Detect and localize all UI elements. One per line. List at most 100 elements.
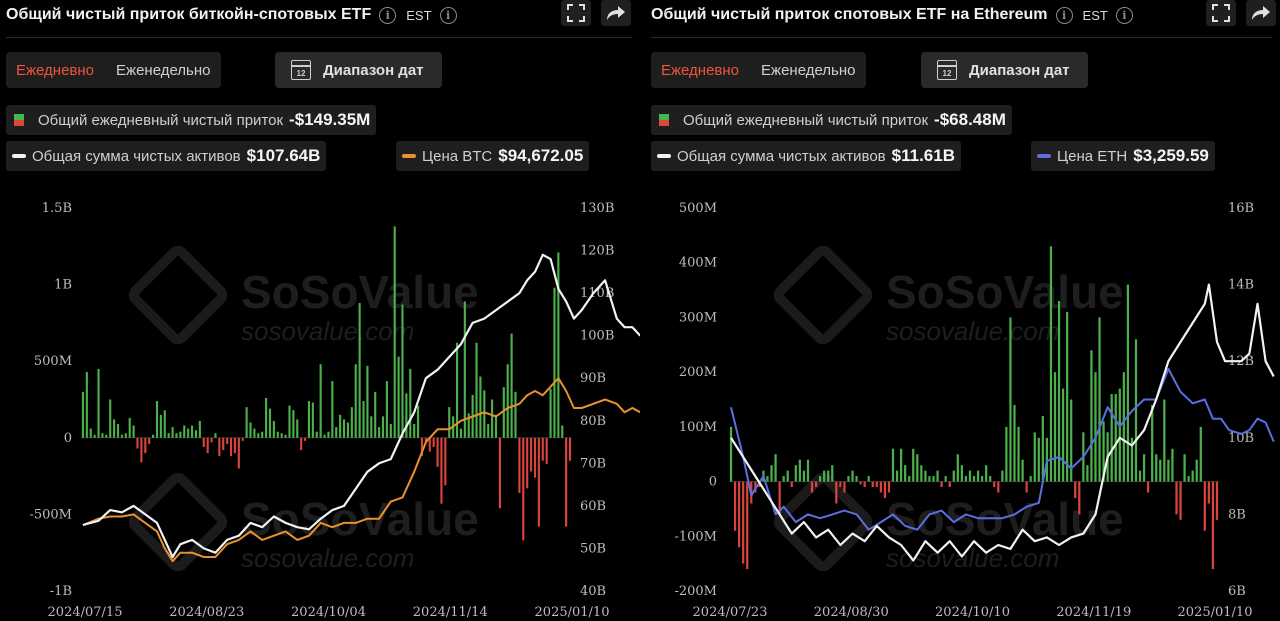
- inflow-bar: [1005, 426, 1008, 482]
- inflow-bar: [296, 419, 299, 438]
- inflow-bar: [381, 416, 385, 438]
- inflow-bar: [362, 401, 365, 438]
- legend-eth-price[interactable]: Цена ETH $3,259.59: [1031, 141, 1215, 171]
- share-icon[interactable]: [1246, 0, 1276, 26]
- inflow-bar: [1163, 399, 1166, 482]
- tab-weekly[interactable]: Еженедельно: [761, 62, 855, 79]
- legend-daily-flow[interactable]: Общий ежедневный чистый приток -$68.48M: [651, 105, 1012, 135]
- inflow-bar: [1053, 372, 1057, 482]
- outflow-bar: [537, 437, 540, 527]
- legend-daily-flow[interactable]: Общий ежедневный чистый приток -$149.35M: [6, 105, 377, 135]
- inflow-bar: [366, 365, 369, 438]
- inflow-bar: [1017, 426, 1020, 482]
- inflow-bar: [819, 476, 822, 482]
- outflow-bar: [568, 437, 572, 461]
- eth-header: Общий чистый приток спотовых ETF на Ethe…: [651, 0, 1280, 30]
- inflow-bar: [823, 470, 826, 482]
- inflow-bar: [549, 388, 552, 438]
- legend-assets-value: $11.61B: [891, 146, 955, 165]
- timezone-info-icon[interactable]: i: [1115, 6, 1133, 24]
- inflow-bar: [479, 376, 482, 438]
- inflow-bar: [1126, 284, 1129, 482]
- outflow-bar: [1211, 481, 1215, 570]
- inflow-bar: [1118, 388, 1121, 482]
- y-axis-right-tick: 14B: [1228, 278, 1254, 293]
- outflow-bar: [742, 481, 745, 564]
- legend-price-label: Цена ETH: [1057, 147, 1128, 165]
- inflow-bar: [827, 470, 830, 482]
- inflow-bar: [786, 470, 789, 482]
- legend-total-assets[interactable]: Общая сумма чистых активов $107.64B: [6, 141, 327, 171]
- inflow-bar: [1122, 372, 1125, 482]
- y-axis-left-tick: -200M: [674, 584, 717, 599]
- x-axis-tick: 2024/08/23: [169, 605, 244, 620]
- inflow-bar: [257, 433, 260, 438]
- outflow-bar: [218, 437, 221, 457]
- eth-chart-title: Общий чистый приток спотовых ETF на Ethe…: [651, 6, 1048, 23]
- x-axis-tick: 2024/07/15: [48, 605, 123, 620]
- inflow-bar: [374, 391, 377, 438]
- share-icon[interactable]: [601, 0, 631, 26]
- timezone-label: EST: [1082, 7, 1108, 23]
- inflow-bar: [1155, 454, 1158, 482]
- legend-flow-value: -$68.48M: [934, 110, 1006, 129]
- inflow-bar: [167, 433, 170, 438]
- info-icon[interactable]: i: [1055, 6, 1073, 24]
- inflow-bar: [113, 419, 116, 438]
- info-icon[interactable]: i: [379, 6, 397, 24]
- outflow-bar: [144, 437, 147, 454]
- tab-daily[interactable]: Ежедневно: [661, 62, 739, 79]
- inflow-bar: [483, 390, 486, 438]
- tab-weekly[interactable]: Еженедельно: [116, 62, 210, 79]
- outflow-bar: [565, 437, 568, 527]
- inflow-bar: [179, 431, 182, 438]
- x-axis-tick: 2024/11/19: [1056, 605, 1131, 620]
- inflow-bar: [1001, 470, 1004, 482]
- inflow-bar: [1037, 437, 1040, 482]
- outflow-bar: [1147, 481, 1150, 493]
- date-range-button[interactable]: 12 Диапазон дат: [275, 52, 442, 88]
- outflow-bar: [229, 437, 233, 457]
- inflow-bar: [510, 333, 513, 438]
- inflow-bar: [155, 401, 159, 438]
- period-toggle: Ежедневно Еженедельно: [6, 52, 221, 88]
- inflow-bar: [292, 410, 295, 438]
- inflow-bar: [928, 476, 931, 482]
- inflow-bar: [354, 364, 357, 438]
- inflow-bar: [389, 424, 392, 438]
- inflow-bar: [346, 422, 349, 438]
- btc-chart-title: Общий чистый приток биткойн-спотовых ETF: [6, 6, 372, 23]
- inflow-bar: [494, 414, 498, 438]
- fullscreen-icon[interactable]: [561, 0, 591, 26]
- watermark: SoSoValuesosovalue.com: [773, 472, 1124, 573]
- legend-btc-price[interactable]: Цена BTC $94,672.05: [396, 141, 590, 171]
- watermark-url: sosovalue.com: [886, 316, 1059, 346]
- inflow-bar: [261, 431, 264, 438]
- outflow-bar: [498, 437, 501, 509]
- header-divider: [6, 37, 632, 38]
- inflow-bar: [171, 427, 174, 438]
- inflow-bar: [912, 448, 915, 482]
- inflow-bar: [924, 470, 927, 482]
- legend-total-assets[interactable]: Общая сумма чистых активов $11.61B: [651, 141, 961, 171]
- inflow-bar: [194, 430, 198, 438]
- inflow-bar: [766, 476, 769, 482]
- inflow-bar: [342, 419, 346, 438]
- timezone-info-icon[interactable]: i: [439, 6, 457, 24]
- fullscreen-icon[interactable]: [1206, 0, 1236, 26]
- legend-flow-value: -$149.35M: [289, 110, 371, 129]
- btc-flow-chart: SoSoValuesosovalue.com SoSoValuesosovalue…: [29, 201, 640, 620]
- tab-daily[interactable]: Ежедневно: [16, 62, 94, 79]
- inflow-bar: [284, 434, 287, 438]
- y-axis-left-tick: 100M: [679, 420, 717, 435]
- inflow-bar: [245, 407, 248, 438]
- outflow-bar: [875, 481, 878, 488]
- inflow-bar: [553, 287, 556, 438]
- y-axis-left-tick: -500M: [29, 507, 72, 522]
- outflow-bar: [871, 481, 874, 488]
- outflow-bar: [863, 481, 866, 488]
- y-axis-left-tick: 400M: [679, 256, 717, 271]
- y-axis-left-tick: 500M: [34, 354, 72, 369]
- date-range-button[interactable]: 12 Диапазон дат: [921, 52, 1088, 88]
- x-axis-tick: 2025/01/10: [1178, 605, 1253, 620]
